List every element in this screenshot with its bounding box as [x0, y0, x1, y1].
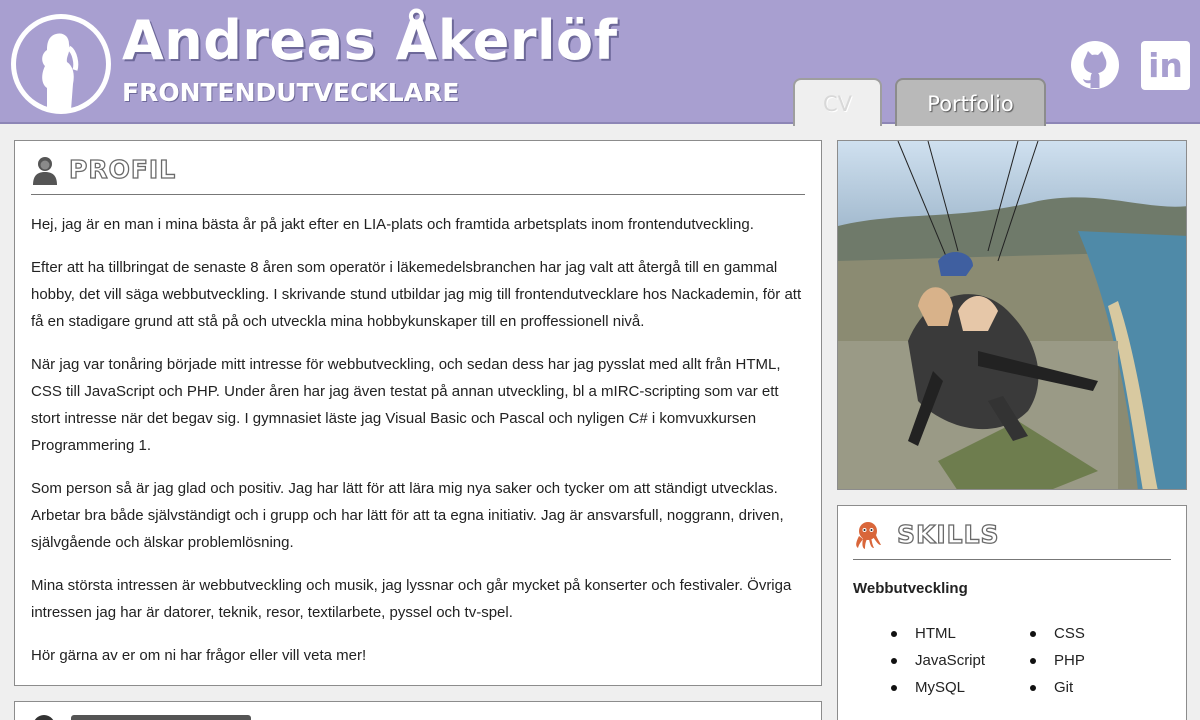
- skills-category: Webbutveckling: [853, 580, 968, 597]
- next-section-panel: [14, 701, 822, 720]
- profile-paragraph: Efter att ha tillbringat de senaste 8 år…: [31, 259, 802, 330]
- skill-item: JavaScript: [891, 647, 985, 674]
- skills-list-left: HTML JavaScript MySQL: [891, 620, 985, 701]
- logo-avatar[interactable]: [11, 14, 111, 114]
- paragliding-photo: [838, 141, 1186, 489]
- profile-title: PROFIL: [68, 155, 177, 184]
- skill-item: MySQL: [891, 674, 985, 701]
- profile-paragraph: Som person så är jag glad och positiv. J…: [31, 480, 784, 551]
- skills-title: SKILLS: [896, 520, 1000, 549]
- profile-panel: PROFIL Hej, jag är en man i mina bästa å…: [14, 140, 822, 686]
- profile-paragraph: Hör gärna av er om ni har frågor eller v…: [31, 647, 367, 664]
- tab-portfolio[interactable]: Portfolio: [895, 78, 1046, 126]
- person-silhouette-icon: [42, 33, 79, 110]
- github-link[interactable]: [1070, 40, 1120, 90]
- linkedin-link[interactable]: in: [1141, 41, 1190, 90]
- profile-paragraph: Hej, jag är en man i mina bästa år på ja…: [31, 216, 754, 233]
- tab-cv[interactable]: CV: [793, 78, 882, 126]
- profile-paragraph: Mina största intressen är webbutveckling…: [31, 577, 792, 621]
- octopus-icon: [856, 522, 881, 549]
- skill-item: CSS: [1030, 620, 1085, 647]
- skill-item: HTML: [891, 620, 985, 647]
- skill-item: Git: [1030, 674, 1085, 701]
- person-icon: [33, 157, 57, 185]
- skills-panel: SKILLS Webbutveckling HTML JavaScript My…: [837, 505, 1187, 720]
- site-header: Andreas Åkerlöf FRONTENDUTVECKLARE in CV…: [0, 0, 1200, 126]
- profile-paragraph: När jag var tonåring började mitt intres…: [31, 356, 781, 454]
- profile-header: PROFIL: [31, 153, 805, 195]
- linkedin-icon: in: [1148, 46, 1183, 85]
- skills-header: SKILLS: [853, 518, 1171, 560]
- section-title-cutoff: [71, 715, 251, 720]
- profile-text: Hej, jag är en man i mina bästa år på ja…: [31, 211, 806, 685]
- section-icon: [33, 715, 55, 720]
- site-role: FRONTENDUTVECKLARE: [122, 78, 460, 107]
- profile-photo: [837, 140, 1187, 490]
- site-name: Andreas Åkerlöf: [122, 9, 618, 72]
- skills-list-right: CSS PHP Git: [1030, 620, 1085, 701]
- skill-item: PHP: [1030, 647, 1085, 674]
- github-icon: [1071, 41, 1119, 89]
